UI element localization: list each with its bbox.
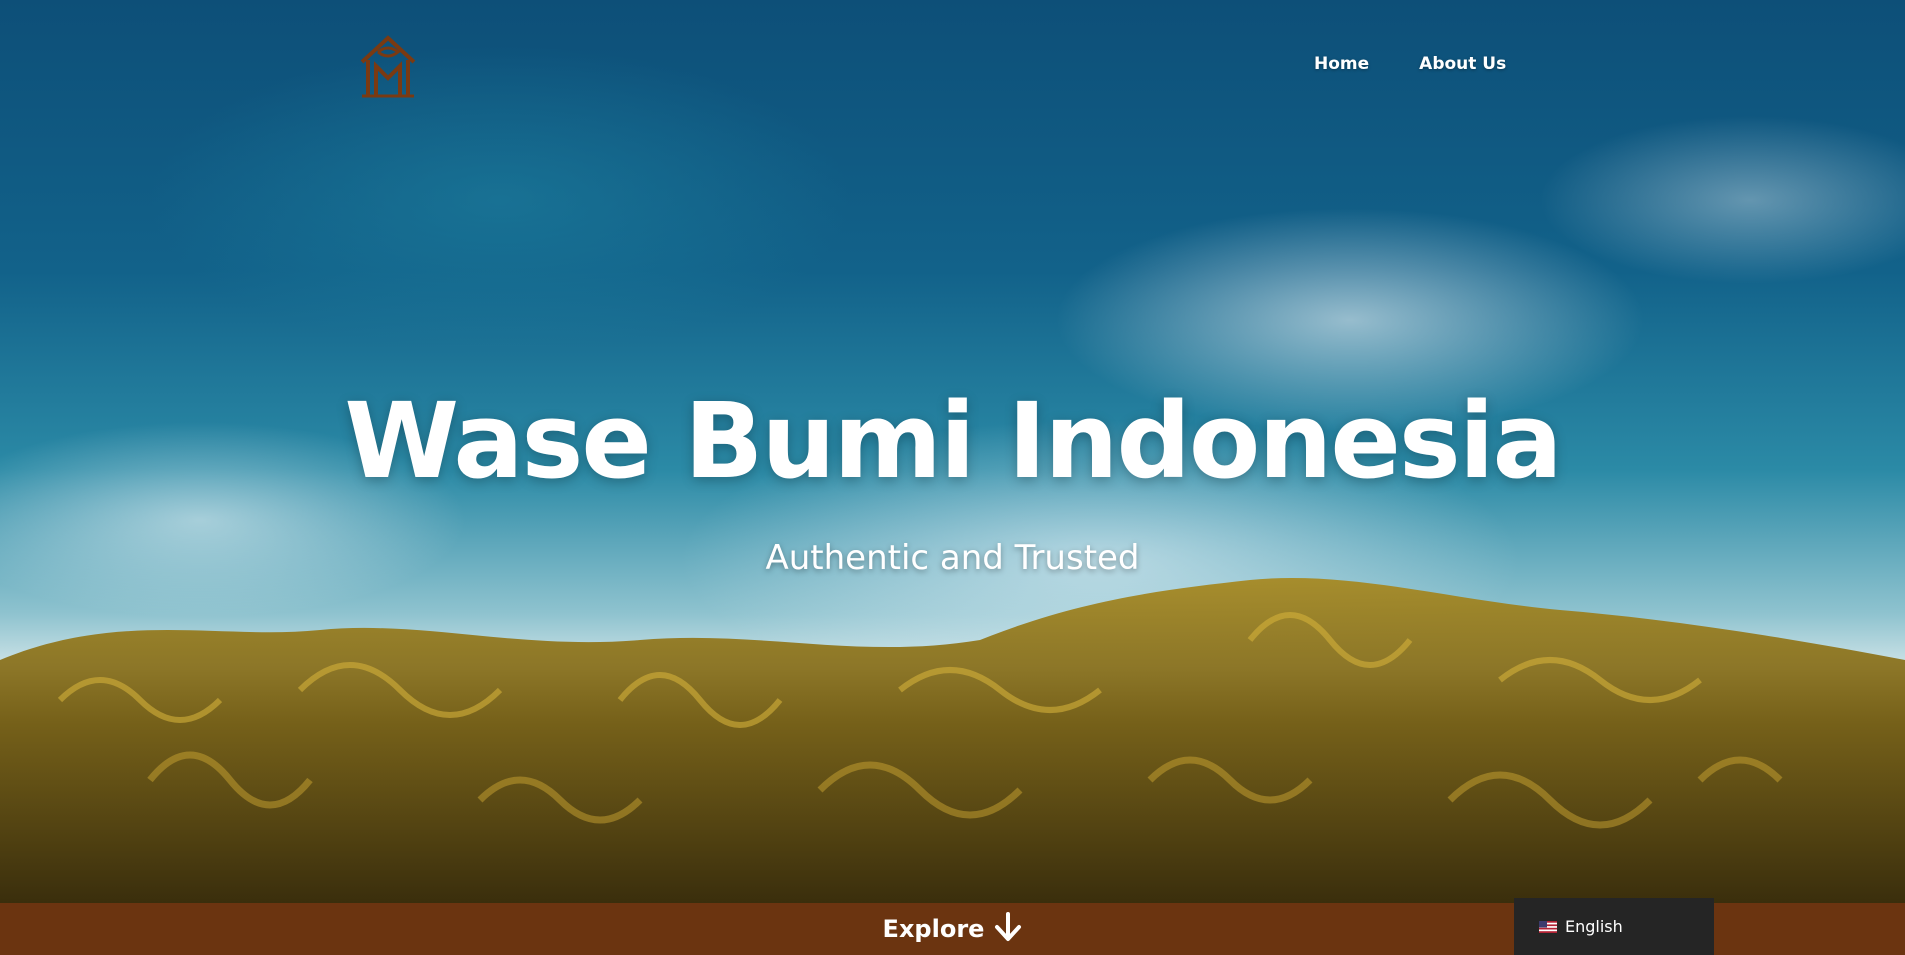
house-monogram-logo-icon[interactable]: [354, 32, 422, 100]
us-flag-icon: [1539, 920, 1557, 933]
hero-title: Wase Bumi Indonesia: [344, 380, 1562, 502]
nav-link-about-us[interactable]: About Us: [1419, 54, 1506, 74]
explore-label: Explore: [882, 915, 985, 943]
nav-links: Home About Us: [1314, 54, 1506, 74]
top-navigation: Home About Us: [0, 0, 1905, 130]
nav-link-home[interactable]: Home: [1314, 54, 1369, 74]
language-label: English: [1565, 917, 1623, 936]
hero-subtitle: Authentic and Trusted: [765, 538, 1140, 578]
arrow-down-icon: [994, 912, 1022, 946]
language-switcher[interactable]: English: [1514, 898, 1714, 955]
